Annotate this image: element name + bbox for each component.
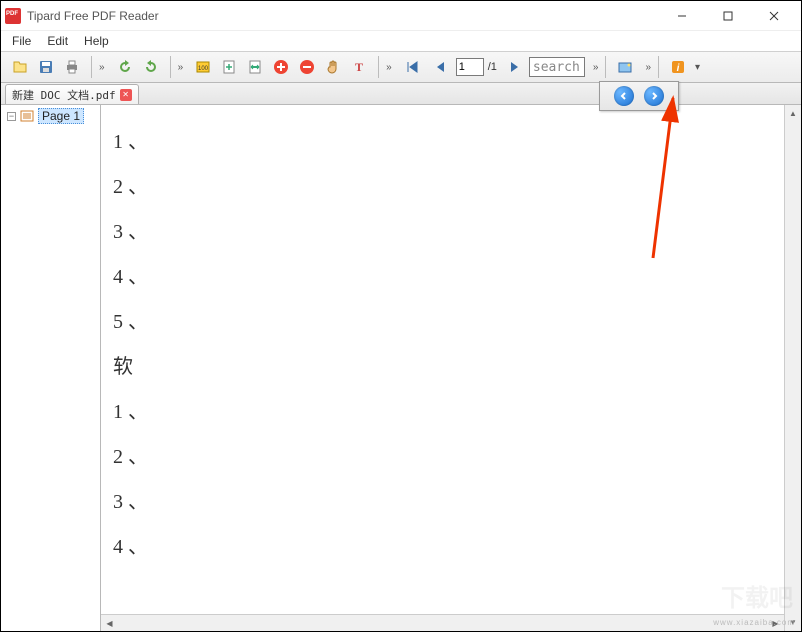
toolbar-group-info: i ▾ — [663, 55, 706, 79]
watermark-url: www.xiazaiba.com — [713, 618, 795, 627]
search-prev-button[interactable] — [614, 86, 634, 106]
zoom-in-button[interactable] — [269, 55, 293, 79]
close-button[interactable] — [751, 2, 797, 30]
about-button[interactable]: i — [666, 55, 690, 79]
search-next-button[interactable] — [644, 86, 664, 106]
svg-text:100: 100 — [198, 66, 209, 72]
tab-close-icon[interactable]: ✕ — [120, 89, 132, 101]
doc-line: 4 、 — [109, 252, 776, 297]
zoom-out-button[interactable] — [295, 55, 319, 79]
page-total-label: /1 — [486, 61, 499, 73]
zoom-fit-button[interactable] — [217, 55, 241, 79]
toolbar-overflow-3[interactable]: » — [383, 62, 395, 73]
toolbar-group-nav: /1 — [397, 55, 588, 79]
watermark-logo: 下载吧 — [721, 578, 793, 613]
save-button[interactable] — [34, 55, 58, 79]
toolbar: » » 100 T » — [1, 51, 801, 83]
toolbar-dropdown[interactable]: ▾ — [692, 62, 703, 73]
document-view: 1 、 2 、 3 、 4 、 5 、 软 1 、 2 、 3 、 4 、 ▲ … — [101, 105, 801, 631]
doc-line: 2 、 — [109, 432, 776, 477]
toolbar-group-file — [5, 55, 87, 79]
svg-text:T: T — [355, 60, 363, 74]
scroll-left-icon[interactable]: ◀ — [101, 616, 118, 631]
minimize-button[interactable] — [659, 2, 705, 30]
doc-line: 1 、 — [109, 387, 776, 432]
menu-file[interactable]: File — [5, 32, 38, 50]
hand-tool-button[interactable] — [321, 55, 345, 79]
vertical-scrollbar[interactable]: ▲ ▼ — [784, 105, 801, 631]
svg-text:i: i — [677, 63, 680, 74]
scroll-track[interactable] — [785, 122, 801, 614]
page-icon — [20, 110, 34, 122]
toolbar-overflow-4[interactable]: » — [590, 62, 602, 73]
search-input[interactable] — [529, 57, 585, 77]
open-button[interactable] — [8, 55, 32, 79]
first-page-button[interactable] — [400, 55, 426, 79]
document-tab[interactable]: 新建 DOC 文档.pdf ✕ — [5, 84, 139, 104]
doc-line: 1 、 — [109, 117, 776, 162]
doc-line: 3 、 — [109, 207, 776, 252]
doc-line: 软 — [109, 342, 776, 387]
main-area: − Page 1 1 、 2 、 3 、 4 、 5 、 软 1 、 2 、 3… — [1, 105, 801, 631]
horizontal-scrollbar[interactable]: ◀ ▶ — [101, 614, 784, 631]
toolbar-group-view — [610, 55, 640, 79]
doc-line: 5 、 — [109, 297, 776, 342]
titlebar: Tipard Free PDF Reader — [1, 1, 801, 31]
window-title: Tipard Free PDF Reader — [27, 9, 659, 23]
snapshot-button[interactable] — [613, 55, 637, 79]
window-controls — [659, 2, 797, 30]
toolbar-group-zoom: 100 T — [188, 55, 374, 79]
tree-collapse-icon[interactable]: − — [7, 112, 16, 121]
toolbar-separator — [91, 56, 92, 78]
next-page-button[interactable] — [501, 55, 527, 79]
tabstrip: 新建 DOC 文档.pdf ✕ — [1, 83, 801, 105]
zoom-width-button[interactable] — [243, 55, 267, 79]
text-select-button[interactable]: T — [347, 55, 371, 79]
search-nav-popup — [599, 81, 679, 111]
app-icon — [5, 8, 21, 24]
toolbar-separator — [378, 56, 379, 78]
tab-label: 新建 DOC 文档.pdf — [12, 87, 116, 103]
doc-line: 3 、 — [109, 477, 776, 522]
scroll-up-icon[interactable]: ▲ — [785, 105, 801, 122]
toolbar-overflow-5[interactable]: » — [642, 62, 654, 73]
prev-page-button[interactable] — [428, 55, 454, 79]
sidebar-page-label: Page 1 — [38, 108, 84, 124]
menubar: File Edit Help — [1, 31, 801, 51]
menu-edit[interactable]: Edit — [40, 32, 75, 50]
toolbar-separator — [605, 56, 606, 78]
doc-line: 2 、 — [109, 162, 776, 207]
menu-help[interactable]: Help — [77, 32, 116, 50]
document-viewport: 1 、 2 、 3 、 4 、 5 、 软 1 、 2 、 3 、 4 、 ▲ … — [101, 105, 801, 631]
sidebar-item-page-1[interactable]: − Page 1 — [1, 105, 100, 127]
toolbar-overflow-2[interactable]: » — [175, 62, 187, 73]
maximize-button[interactable] — [705, 2, 751, 30]
page-thumbnails-sidebar: − Page 1 — [1, 105, 101, 631]
rotate-right-button[interactable] — [139, 55, 163, 79]
pdf-page-content[interactable]: 1 、 2 、 3 、 4 、 5 、 软 1 、 2 、 3 、 4 、 — [101, 105, 784, 631]
zoom-actual-button[interactable]: 100 — [191, 55, 215, 79]
rotate-left-button[interactable] — [113, 55, 137, 79]
doc-line: 4 、 — [109, 522, 776, 567]
toolbar-group-rotate — [110, 55, 166, 79]
print-button[interactable] — [60, 55, 84, 79]
toolbar-separator — [170, 56, 171, 78]
toolbar-overflow-1[interactable]: » — [96, 62, 108, 73]
toolbar-separator — [658, 56, 659, 78]
page-number-input[interactable] — [456, 58, 484, 76]
